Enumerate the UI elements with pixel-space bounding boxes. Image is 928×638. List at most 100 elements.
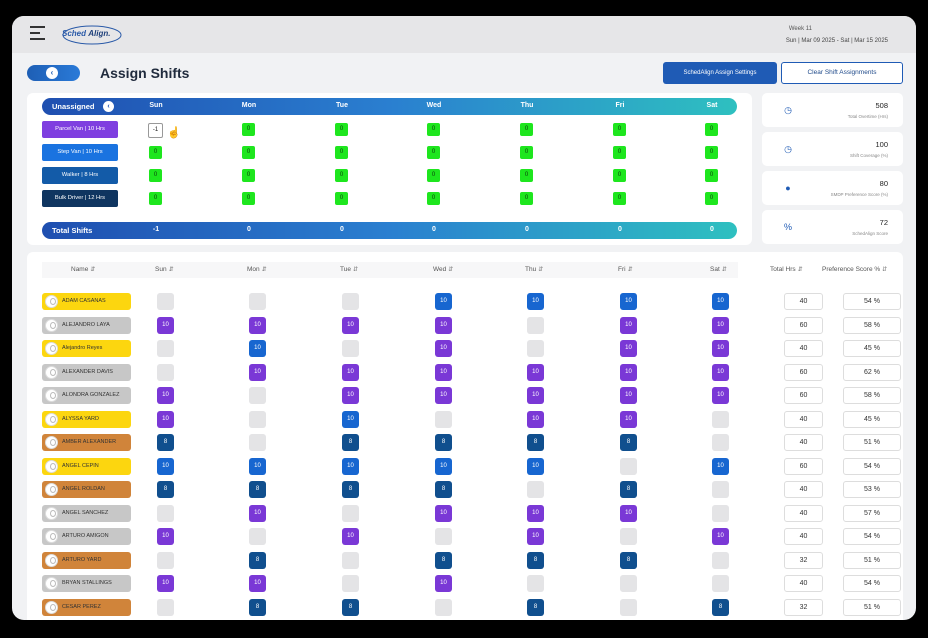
column-sun[interactable]: Sun ⇵ — [155, 266, 174, 273]
schedalign-settings-button[interactable]: SchedAlign Assign Settings — [663, 62, 777, 84]
employee-name[interactable]: ALONDRA GONZALEZ — [42, 387, 131, 404]
column-fri[interactable]: Fri ⇵ — [618, 266, 633, 273]
shift-cell[interactable] — [712, 551, 729, 569]
shift-cell[interactable] — [620, 457, 637, 475]
shift-cell[interactable]: 8 — [435, 551, 452, 569]
shift-cell[interactable]: 8 — [712, 598, 729, 616]
shift-cell[interactable]: 10 — [435, 293, 452, 310]
unassigned-cell[interactable]: 0 — [242, 123, 255, 136]
shift-cell[interactable]: 8 — [435, 434, 452, 451]
shift-cell[interactable]: 10 — [712, 293, 729, 310]
employee-name[interactable]: ANGEL ROLDAN — [42, 481, 131, 498]
unassigned-cell[interactable]: 0 — [705, 123, 718, 136]
shift-cell[interactable]: 10 — [712, 457, 729, 475]
unassigned-cell[interactable]: 0 — [520, 192, 533, 205]
sort-icon[interactable]: ⇵ — [262, 267, 267, 273]
shift-cell[interactable] — [620, 528, 637, 545]
unassigned-cell[interactable]: 0 — [613, 192, 626, 205]
unassigned-cell[interactable]: 0 — [149, 192, 162, 205]
unassigned-cell[interactable]: 0 — [520, 146, 533, 159]
shift-cell[interactable]: 10 — [157, 457, 174, 475]
employee-name[interactable]: ARTURO AMIGON — [42, 528, 131, 545]
shift-cell[interactable] — [527, 316, 544, 334]
shift-cell[interactable]: 10 — [157, 528, 174, 545]
shift-cell[interactable] — [157, 293, 174, 310]
shift-cell[interactable]: 8 — [249, 481, 266, 498]
unassigned-cell[interactable]: 0 — [705, 146, 718, 159]
shift-cell[interactable] — [342, 551, 359, 569]
shift-cell[interactable]: 8 — [342, 434, 359, 451]
shift-cell[interactable] — [620, 598, 637, 616]
employee-name[interactable]: AMBER ALEXANDER — [42, 434, 131, 451]
shift-cell[interactable]: 10 — [435, 316, 452, 334]
column-sat[interactable]: Sat ⇵ — [710, 266, 727, 273]
column-tue[interactable]: Tue ⇵ — [340, 266, 358, 273]
shift-cell[interactable] — [527, 340, 544, 357]
shift-cell[interactable]: 8 — [342, 481, 359, 498]
unassigned-cell[interactable]: 0 — [613, 169, 626, 182]
unassigned-cell[interactable]: 0 — [242, 146, 255, 159]
employee-name[interactable]: ADAM CASANAS — [42, 293, 131, 310]
shift-cell[interactable]: 10 — [712, 340, 729, 357]
employee-name[interactable]: ALEXANDER DAVIS — [42, 363, 131, 381]
shift-cell[interactable] — [712, 504, 729, 522]
sort-icon[interactable]: ⇵ — [90, 267, 95, 273]
shift-cell[interactable] — [342, 504, 359, 522]
shift-cell[interactable] — [342, 293, 359, 310]
shift-cell[interactable] — [712, 410, 729, 428]
sort-icon[interactable]: ⇵ — [538, 267, 543, 273]
shift-cell[interactable]: 10 — [249, 504, 266, 522]
shift-cell[interactable]: 10 — [435, 504, 452, 522]
shift-cell[interactable]: 10 — [712, 528, 729, 545]
shift-cell[interactable]: 10 — [342, 457, 359, 475]
shift-cell[interactable]: 10 — [435, 457, 452, 475]
shift-cell[interactable]: 10 — [157, 575, 174, 592]
unassigned-cell[interactable]: 0 — [242, 169, 255, 182]
employee-name[interactable]: CESAR PEREZ — [42, 598, 131, 616]
employee-name[interactable]: ALYSSA YARD — [42, 410, 131, 428]
shift-cell[interactable]: 8 — [342, 598, 359, 616]
shift-cell[interactable]: 8 — [157, 481, 174, 498]
unassigned-cell[interactable]: 0 — [427, 169, 440, 182]
column-total-hrs[interactable]: Total Hrs ⇵ — [770, 266, 803, 273]
shift-cell[interactable]: 10 — [527, 363, 544, 381]
shift-cell[interactable]: 10 — [435, 340, 452, 357]
shift-cell[interactable]: 8 — [157, 434, 174, 451]
shift-cell[interactable] — [712, 481, 729, 498]
column-preference[interactable]: Preference Score % ⇵ — [822, 266, 887, 273]
shift-cell[interactable]: 10 — [249, 575, 266, 592]
shift-cell[interactable]: 8 — [249, 551, 266, 569]
shift-cell[interactable] — [435, 410, 452, 428]
shift-cell[interactable]: 10 — [620, 504, 637, 522]
shift-cell[interactable] — [249, 387, 266, 404]
sort-icon[interactable]: ⇵ — [628, 267, 633, 273]
shift-cell[interactable]: 10 — [435, 387, 452, 404]
shift-cell[interactable] — [157, 598, 174, 616]
employee-name[interactable]: ANGEL SANCHEZ — [42, 504, 131, 522]
shift-cell[interactable] — [435, 598, 452, 616]
shift-cell[interactable] — [249, 293, 266, 310]
shift-cell[interactable]: 8 — [527, 598, 544, 616]
shift-cell[interactable]: 10 — [527, 504, 544, 522]
shift-cell[interactable] — [249, 528, 266, 545]
shift-cell[interactable]: 10 — [435, 575, 452, 592]
shift-cell[interactable]: 8 — [620, 481, 637, 498]
unassigned-cell[interactable]: 0 — [613, 123, 626, 136]
shift-cell[interactable]: 10 — [157, 387, 174, 404]
shift-cell[interactable]: 10 — [435, 363, 452, 381]
unassigned-cell[interactable]: 0 — [149, 146, 162, 159]
sort-icon[interactable]: ⇵ — [353, 267, 358, 273]
vehicle-type-1[interactable]: Step Van | 10 Hrs — [42, 144, 118, 161]
shift-cell[interactable]: 10 — [620, 293, 637, 310]
vehicle-type-2[interactable]: Walker | 8 Hrs — [42, 167, 118, 184]
shift-cell[interactable]: 8 — [527, 551, 544, 569]
unassigned-cell[interactable]: 0 — [613, 146, 626, 159]
shift-cell[interactable] — [157, 551, 174, 569]
shift-cell[interactable] — [435, 528, 452, 545]
shift-cell[interactable]: 10 — [342, 316, 359, 334]
unassigned-cell[interactable]: 0 — [427, 192, 440, 205]
shift-cell[interactable] — [712, 434, 729, 451]
shift-cell[interactable]: 10 — [527, 528, 544, 545]
shift-cell[interactable] — [249, 434, 266, 451]
shift-cell[interactable]: 10 — [249, 457, 266, 475]
